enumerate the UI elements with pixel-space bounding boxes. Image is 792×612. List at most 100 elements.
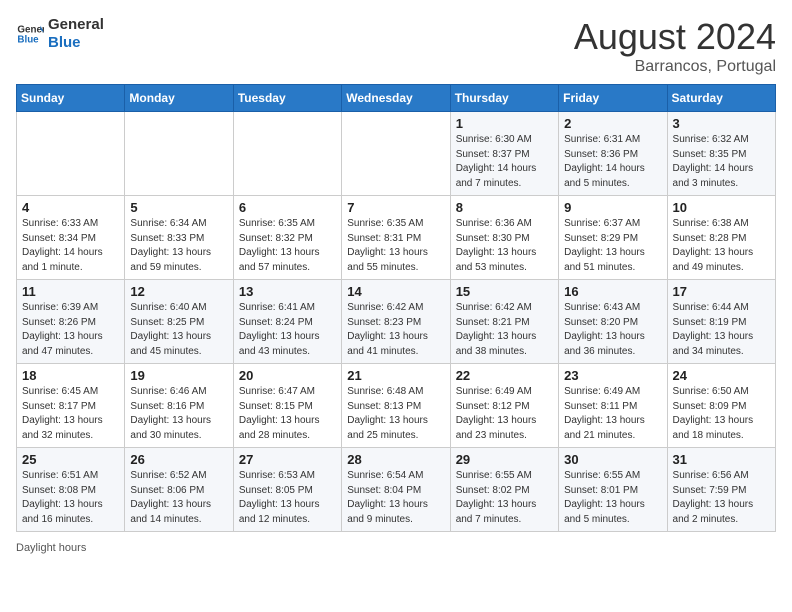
day-info: Sunrise: 6:36 AMSunset: 8:30 PMDaylight:… xyxy=(456,217,553,275)
day-number: 8 xyxy=(456,200,553,215)
day-number: 13 xyxy=(239,284,336,299)
calendar-cell: 1Sunrise: 6:30 AMSunset: 8:37 PMDaylight… xyxy=(450,112,558,196)
calendar-week: 4 Sunrise: 6:33 AMSunset: 8:34 PMDaylight… xyxy=(17,196,776,280)
calendar-cell: 28Sunrise: 6:54 AMSunset: 8:04 PMDayligh… xyxy=(342,448,450,532)
day-info: Sunrise: 6:50 AMSunset: 8:09 PMDaylight:… xyxy=(673,385,770,443)
day-info: Sunrise: 6:49 AMSunset: 8:12 PMDaylight:… xyxy=(456,385,553,443)
weekday-header: Tuesday xyxy=(233,85,341,112)
day-info: Sunrise: 6:52 AMSunset: 8:06 PMDaylight:… xyxy=(130,469,227,527)
calendar-cell: 11Sunrise: 6:39 AMSunset: 8:26 PMDayligh… xyxy=(17,280,125,364)
day-info: Sunrise: 6:56 AMSunset: 7:59 PMDaylight:… xyxy=(673,469,770,527)
logo: General Blue General Blue xyxy=(16,16,104,52)
footer-text: Daylight hours xyxy=(16,542,86,554)
calendar-cell xyxy=(17,112,125,196)
day-number: 19 xyxy=(130,368,227,383)
calendar-cell: 5Sunrise: 6:34 AMSunset: 8:33 PMDaylight… xyxy=(125,196,233,280)
day-number: 7 xyxy=(347,200,444,215)
weekday-header: Monday xyxy=(125,85,233,112)
day-number: 9 xyxy=(564,200,661,215)
day-number: 26 xyxy=(130,452,227,467)
title-block: August 2024 Barrancos, Portugal xyxy=(574,16,776,76)
calendar-cell: 14Sunrise: 6:42 AMSunset: 8:23 PMDayligh… xyxy=(342,280,450,364)
calendar-cell: 8 Sunrise: 6:36 AMSunset: 8:30 PMDaylight… xyxy=(450,196,558,280)
calendar-cell: 31Sunrise: 6:56 AMSunset: 7:59 PMDayligh… xyxy=(667,448,775,532)
month-title: August 2024 xyxy=(574,16,776,58)
day-number: 17 xyxy=(673,284,770,299)
day-info: Sunrise: 6:38 AMSunset: 8:28 PMDaylight:… xyxy=(673,217,770,275)
calendar-week: 1Sunrise: 6:30 AMSunset: 8:37 PMDaylight… xyxy=(17,112,776,196)
day-info: Sunrise: 6:47 AMSunset: 8:15 PMDaylight:… xyxy=(239,385,336,443)
calendar-cell: 10 Sunrise: 6:38 AMSunset: 8:28 PMDayligh… xyxy=(667,196,775,280)
day-number: 23 xyxy=(564,368,661,383)
day-number: 21 xyxy=(347,368,444,383)
calendar-cell: 9 Sunrise: 6:37 AMSunset: 8:29 PMDaylight… xyxy=(559,196,667,280)
day-number: 16 xyxy=(564,284,661,299)
calendar-cell: 12 Sunrise: 6:40 AMSunset: 8:25 PMDayligh… xyxy=(125,280,233,364)
day-number: 27 xyxy=(239,452,336,467)
day-info: Sunrise: 6:54 AMSunset: 8:04 PMDaylight:… xyxy=(347,469,444,527)
calendar-cell: 24 Sunrise: 6:50 AMSunset: 8:09 PMDayligh… xyxy=(667,364,775,448)
day-info: Sunrise: 6:55 AMSunset: 8:02 PMDaylight:… xyxy=(456,469,553,527)
logo-icon: General Blue xyxy=(16,20,44,48)
day-number: 25 xyxy=(22,452,119,467)
calendar-cell: 21 Sunrise: 6:48 AMSunset: 8:13 PMDayligh… xyxy=(342,364,450,448)
day-number: 12 xyxy=(130,284,227,299)
day-info: Sunrise: 6:45 AMSunset: 8:17 PMDaylight:… xyxy=(22,385,119,443)
weekday-header: Friday xyxy=(559,85,667,112)
day-info: Sunrise: 6:49 AMSunset: 8:11 PMDaylight:… xyxy=(564,385,661,443)
calendar-header: SundayMondayTuesdayWednesdayThursdayFrid… xyxy=(17,85,776,112)
calendar-cell: 30 Sunrise: 6:55 AMSunset: 8:01 PMDayligh… xyxy=(559,448,667,532)
day-number: 4 xyxy=(22,200,119,215)
calendar-table: SundayMondayTuesdayWednesdayThursdayFrid… xyxy=(16,84,776,532)
day-info: Sunrise: 6:34 AMSunset: 8:33 PMDaylight:… xyxy=(130,217,227,275)
calendar-cell: 20Sunrise: 6:47 AMSunset: 8:15 PMDayligh… xyxy=(233,364,341,448)
day-number: 29 xyxy=(456,452,553,467)
day-info: Sunrise: 6:35 AMSunset: 8:32 PMDaylight:… xyxy=(239,217,336,275)
calendar-cell xyxy=(125,112,233,196)
page-header: General Blue General Blue August 2024 Ba… xyxy=(16,16,776,76)
day-info: Sunrise: 6:40 AMSunset: 8:25 PMDaylight:… xyxy=(130,301,227,359)
day-number: 2 xyxy=(564,116,661,131)
day-info: Sunrise: 6:55 AMSunset: 8:01 PMDaylight:… xyxy=(564,469,661,527)
calendar-cell xyxy=(233,112,341,196)
day-info: Sunrise: 6:41 AMSunset: 8:24 PMDaylight:… xyxy=(239,301,336,359)
day-info: Sunrise: 6:51 AMSunset: 8:08 PMDaylight:… xyxy=(22,469,119,527)
calendar-cell: 4 Sunrise: 6:33 AMSunset: 8:34 PMDaylight… xyxy=(17,196,125,280)
day-info: Sunrise: 6:35 AMSunset: 8:31 PMDaylight:… xyxy=(347,217,444,275)
calendar-cell: 7 Sunrise: 6:35 AMSunset: 8:31 PMDaylight… xyxy=(342,196,450,280)
day-number: 30 xyxy=(564,452,661,467)
day-info: Sunrise: 6:44 AMSunset: 8:19 PMDaylight:… xyxy=(673,301,770,359)
calendar-cell: 17 Sunrise: 6:44 AMSunset: 8:19 PMDayligh… xyxy=(667,280,775,364)
day-info: Sunrise: 6:43 AMSunset: 8:20 PMDaylight:… xyxy=(564,301,661,359)
day-info: Sunrise: 6:31 AMSunset: 8:36 PMDaylight:… xyxy=(564,133,661,191)
calendar-week: 25 Sunrise: 6:51 AMSunset: 8:08 PMDayligh… xyxy=(17,448,776,532)
day-number: 24 xyxy=(673,368,770,383)
day-number: 22 xyxy=(456,368,553,383)
calendar-cell: 18 Sunrise: 6:45 AMSunset: 8:17 PMDayligh… xyxy=(17,364,125,448)
svg-text:Blue: Blue xyxy=(17,34,39,45)
day-number: 10 xyxy=(673,200,770,215)
calendar-cell: 19 Sunrise: 6:46 AMSunset: 8:16 PMDayligh… xyxy=(125,364,233,448)
day-info: Sunrise: 6:37 AMSunset: 8:29 PMDaylight:… xyxy=(564,217,661,275)
calendar-cell: 13 Sunrise: 6:41 AMSunset: 8:24 PMDayligh… xyxy=(233,280,341,364)
day-info: Sunrise: 6:48 AMSunset: 8:13 PMDaylight:… xyxy=(347,385,444,443)
day-info: Sunrise: 6:33 AMSunset: 8:34 PMDaylight:… xyxy=(22,217,119,275)
calendar-cell: 26 Sunrise: 6:52 AMSunset: 8:06 PMDayligh… xyxy=(125,448,233,532)
day-info: Sunrise: 6:46 AMSunset: 8:16 PMDaylight:… xyxy=(130,385,227,443)
calendar-cell: 6 Sunrise: 6:35 AMSunset: 8:32 PMDaylight… xyxy=(233,196,341,280)
day-number: 18 xyxy=(22,368,119,383)
day-info: Sunrise: 6:53 AMSunset: 8:05 PMDaylight:… xyxy=(239,469,336,527)
calendar-week: 18 Sunrise: 6:45 AMSunset: 8:17 PMDayligh… xyxy=(17,364,776,448)
calendar-cell: 27 Sunrise: 6:53 AMSunset: 8:05 PMDayligh… xyxy=(233,448,341,532)
day-number: 6 xyxy=(239,200,336,215)
calendar-cell xyxy=(342,112,450,196)
calendar-cell: 22 Sunrise: 6:49 AMSunset: 8:12 PMDayligh… xyxy=(450,364,558,448)
weekday-header: Saturday xyxy=(667,85,775,112)
day-info: Sunrise: 6:30 AMSunset: 8:37 PMDaylight:… xyxy=(456,133,553,191)
calendar-cell: 15Sunrise: 6:42 AMSunset: 8:21 PMDayligh… xyxy=(450,280,558,364)
day-number: 3 xyxy=(673,116,770,131)
logo-text: General Blue xyxy=(48,16,104,52)
calendar-week: 11Sunrise: 6:39 AMSunset: 8:26 PMDayligh… xyxy=(17,280,776,364)
calendar-cell: 2 Sunrise: 6:31 AMSunset: 8:36 PMDaylight… xyxy=(559,112,667,196)
calendar-cell: 23 Sunrise: 6:49 AMSunset: 8:11 PMDayligh… xyxy=(559,364,667,448)
